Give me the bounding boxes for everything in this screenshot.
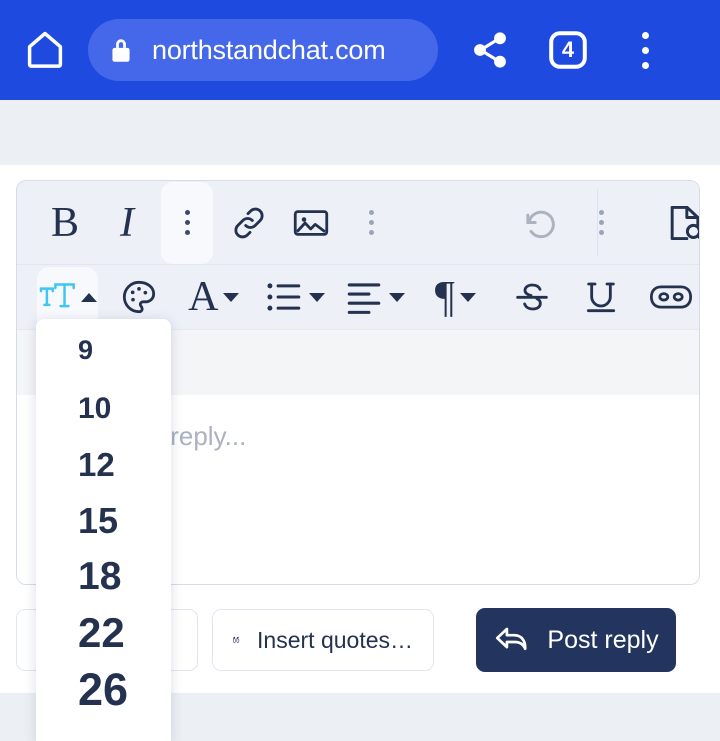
italic-glyph: I [120, 199, 134, 246]
font-size-option[interactable]: 18 [36, 549, 171, 605]
editor-toolbar-row-1: B I [17, 181, 699, 265]
text-align-button[interactable] [340, 263, 410, 331]
chevron-up-icon [80, 292, 97, 302]
kebab-dots-icon [184, 210, 190, 235]
quote-icon [233, 636, 240, 643]
font-a-icon: A [188, 274, 219, 320]
bullet-list-button[interactable] [259, 263, 329, 331]
underline-button[interactable] [573, 263, 628, 331]
chevron-down-icon [459, 292, 476, 302]
browser-toolbar: northstandchat.com 4 [0, 0, 720, 100]
font-size-option[interactable]: 10 [36, 381, 171, 437]
kebab-dots-icon [598, 210, 604, 235]
chevron-down-icon [223, 292, 240, 302]
spoiler-button[interactable] [642, 263, 699, 331]
kebab-dots [641, 31, 649, 69]
strikethrough-icon [516, 283, 548, 311]
font-size-option-label: 22 [78, 609, 125, 656]
bold-glyph: B [50, 199, 79, 246]
align-left-icon [348, 283, 381, 314]
address-bar[interactable]: northstandchat.com [88, 19, 438, 81]
lock-icon [108, 35, 134, 65]
paragraph-icon: ¶ [434, 272, 455, 321]
post-reply-button[interactable]: Post reply [476, 608, 676, 672]
kebab-dots-icon [368, 210, 374, 235]
insert-image-button[interactable] [285, 189, 337, 257]
home-icon[interactable] [14, 19, 76, 81]
font-size-option-label: 9 [78, 334, 94, 365]
palette-icon [123, 280, 156, 314]
font-size-option[interactable]: 26 [36, 661, 171, 719]
font-size-option-label: 18 [78, 555, 122, 598]
chevron-down-icon [389, 292, 406, 302]
bold-button[interactable]: B [39, 189, 91, 257]
font-size-option-label: 15 [78, 500, 119, 541]
font-size-option[interactable]: 15 [36, 493, 171, 549]
tab-counter-button[interactable]: 4 [540, 22, 596, 78]
page-background-top [0, 100, 720, 165]
italic-button[interactable]: I [101, 189, 153, 257]
underline-icon [586, 282, 615, 313]
font-size-option[interactable]: 22 [36, 605, 171, 661]
tab-count-label: 4 [561, 37, 575, 62]
url-text: northstandchat.com [152, 34, 386, 65]
font-size-icon [39, 283, 75, 308]
more-options-button-1[interactable] [161, 181, 213, 264]
undo-icon [526, 210, 555, 238]
paragraph-format-button[interactable]: ¶ [420, 263, 490, 331]
more-options-button-2[interactable] [345, 189, 397, 257]
document-search-icon [670, 205, 699, 240]
insert-quotes-label: Insert quotes… [257, 626, 413, 653]
font-family-button[interactable]: A [181, 263, 248, 331]
font-size-option-label: 26 [78, 664, 129, 715]
font-size-option-label: 10 [78, 392, 112, 425]
image-icon [293, 209, 329, 236]
font-size-button[interactable] [37, 267, 98, 327]
share-icon[interactable] [462, 22, 518, 78]
link-icon [234, 207, 264, 238]
strikethrough-button[interactable] [505, 263, 560, 331]
font-size-dropdown-menu[interactable]: 9 10 12 15 18 22 26 [36, 319, 171, 741]
font-size-option[interactable]: 9 [36, 319, 171, 381]
spoiler-mask-icon [649, 285, 692, 309]
insert-link-button[interactable] [223, 189, 275, 257]
preview-button[interactable] [659, 189, 699, 257]
font-size-option-label: 12 [78, 446, 115, 483]
reply-arrow-icon [496, 627, 527, 651]
font-size-option[interactable]: 12 [36, 437, 171, 493]
chevron-down-icon [308, 292, 325, 302]
more-options-button-3[interactable] [575, 189, 627, 257]
bullet-list-icon [267, 283, 301, 311]
kebab-menu-icon[interactable] [620, 22, 670, 78]
post-reply-label: Post reply [547, 625, 659, 654]
undo-button[interactable] [515, 189, 567, 257]
insert-quotes-button[interactable]: Insert quotes… [212, 609, 434, 671]
